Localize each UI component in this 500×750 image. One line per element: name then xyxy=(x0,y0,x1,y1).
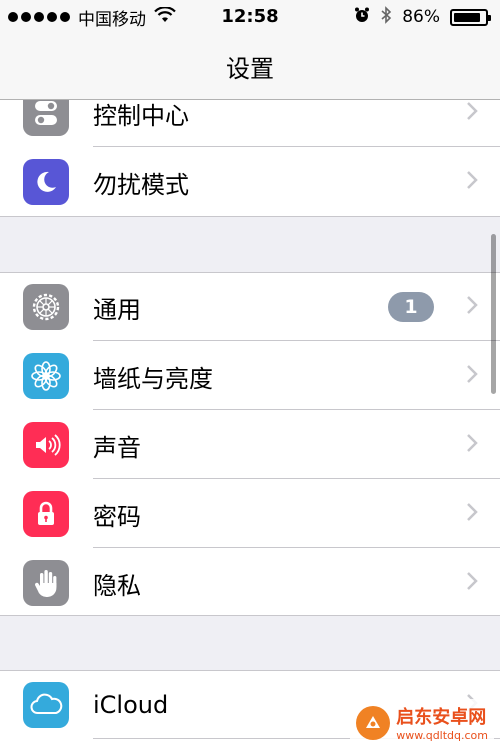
chevron-right-icon xyxy=(466,101,478,125)
watermark-name: 启东安卓网 xyxy=(396,707,487,728)
navigation-bar: 设置 xyxy=(0,34,500,100)
wifi-icon xyxy=(154,5,176,28)
chevron-right-icon xyxy=(466,170,478,194)
settings-row-label: iCloud xyxy=(93,691,169,719)
settings-group-2: 通用 1 墙纸与亮度 声音 密码 隐私 xyxy=(0,272,500,616)
watermark-logo-icon xyxy=(356,705,391,740)
settings-row-passcode[interactable]: 密码 xyxy=(0,480,500,548)
settings-group-1: 控制中心 勿扰模式 xyxy=(0,100,500,217)
watermark: 启东安卓网 www.qdltdq.com xyxy=(350,699,494,746)
carrier-name: 中国移动 xyxy=(78,9,146,30)
chevron-right-icon xyxy=(466,295,478,319)
moon-icon xyxy=(23,159,69,205)
notification-badge: 1 xyxy=(388,292,434,322)
bluetooth-icon xyxy=(380,5,392,29)
settings-row-general[interactable]: 通用 1 xyxy=(0,273,500,341)
alarm-icon xyxy=(354,7,370,28)
settings-row-label: 密码 xyxy=(93,502,141,531)
settings-row-sounds[interactable]: 声音 xyxy=(0,411,500,479)
settings-row-label: 墙纸与亮度 xyxy=(93,364,213,393)
signal-strength-icon xyxy=(8,12,70,22)
settings-row-label: 隐私 xyxy=(93,571,141,600)
speaker-icon xyxy=(23,422,69,468)
settings-row-label: 声音 xyxy=(93,433,141,462)
chevron-right-icon xyxy=(466,502,478,526)
cloud-icon xyxy=(23,682,69,728)
flower-icon xyxy=(23,353,69,399)
settings-row-label: 勿扰模式 xyxy=(93,170,189,199)
settings-list[interactable]: 控制中心 勿扰模式 通用 1 墙纸与亮度 声音 密码 隐私 iCloud xyxy=(0,100,500,750)
settings-row-label: 通用 xyxy=(93,295,141,324)
settings-row-do-not-disturb[interactable]: 勿扰模式 xyxy=(0,148,500,216)
chevron-right-icon xyxy=(466,433,478,457)
watermark-url: www.qdltdq.com xyxy=(396,729,488,742)
hand-icon xyxy=(23,560,69,606)
settings-row-control-center[interactable]: 控制中心 xyxy=(0,100,500,147)
battery-percent: 86% xyxy=(402,7,440,27)
settings-row-label: 控制中心 xyxy=(93,101,189,130)
settings-row-privacy[interactable]: 隐私 xyxy=(0,549,500,617)
scrollbar[interactable] xyxy=(491,234,496,394)
gear-icon xyxy=(23,284,69,330)
status-bar: 中国移动 12:58 86% xyxy=(0,0,500,34)
chevron-right-icon xyxy=(466,571,478,595)
settings-row-wallpaper-brightness[interactable]: 墙纸与亮度 xyxy=(0,342,500,410)
battery-icon xyxy=(450,8,491,26)
lock-icon xyxy=(23,491,69,537)
chevron-right-icon xyxy=(466,364,478,388)
page-title: 设置 xyxy=(226,55,274,83)
control-center-icon xyxy=(23,100,69,136)
